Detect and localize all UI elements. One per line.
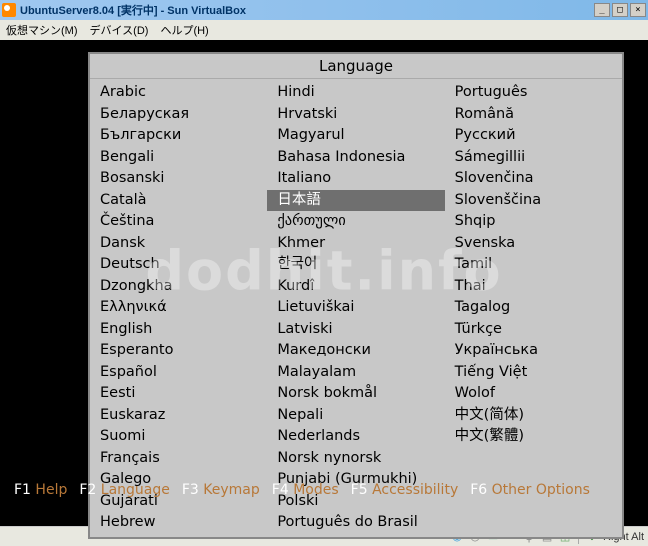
language-item[interactable]: Español	[90, 362, 267, 384]
language-item[interactable]: Bosanski	[90, 168, 267, 190]
language-item[interactable]: Čeština	[90, 211, 267, 233]
language-item[interactable]: Tiếng Việt	[445, 362, 622, 384]
menubar: 仮想マシン(M) デバイス(D) ヘルプ(H)	[0, 20, 648, 40]
window-title: UbuntuServer8.04 [実行中] - Sun VirtualBox	[20, 2, 592, 18]
language-item[interactable]: ქართული	[267, 211, 444, 233]
language-item[interactable]: Khmer	[267, 233, 444, 255]
language-item[interactable]: Română	[445, 104, 622, 126]
language-item[interactable]: Norsk bokmål	[267, 383, 444, 405]
language-item[interactable]: Esperanto	[90, 340, 267, 362]
fkey-bar: F1 Help F2 Language F3 Keymap F4 Modes F5 Ac…	[14, 482, 634, 498]
fkey-f2[interactable]: F2 Language	[79, 482, 170, 498]
language-item[interactable]: Hrvatski	[267, 104, 444, 126]
language-item[interactable]: Русский	[445, 125, 622, 147]
menu-device[interactable]: デバイス(D)	[90, 22, 149, 38]
language-item[interactable]: 中文(繁體)	[445, 426, 622, 448]
language-item[interactable]: Nepali	[267, 405, 444, 427]
language-column-3: PortuguêsRomânăРусскийSámegilliiSlovenči…	[445, 79, 622, 537]
language-item[interactable]: Kurdî	[267, 276, 444, 298]
language-title: Language	[90, 54, 622, 79]
language-item[interactable]: Türkçe	[445, 319, 622, 341]
app-icon	[2, 3, 16, 17]
language-item[interactable]: Arabic	[90, 82, 267, 104]
language-item[interactable]: Português do Brasil	[267, 512, 444, 534]
language-item[interactable]: Беларуская	[90, 104, 267, 126]
language-item[interactable]: Magyarul	[267, 125, 444, 147]
language-item[interactable]: Slovenščina	[445, 190, 622, 212]
language-item[interactable]: Dzongkha	[90, 276, 267, 298]
language-item[interactable]: Français	[90, 448, 267, 470]
language-item[interactable]: Deutsch	[90, 254, 267, 276]
language-item[interactable]: Ελληνικά	[90, 297, 267, 319]
fkey-f1[interactable]: F1 Help	[14, 482, 67, 498]
fkey-f6[interactable]: F6 Other Options	[470, 482, 590, 498]
language-item[interactable]: 日本語	[267, 190, 444, 212]
language-item[interactable]: Български	[90, 125, 267, 147]
language-column-2: HindiHrvatskiMagyarulBahasa IndonesiaIta…	[267, 79, 444, 537]
language-item[interactable]: Thai	[445, 276, 622, 298]
guest-display: dodhit.info Language ArabicБеларускаяБъл…	[0, 40, 648, 526]
language-item[interactable]: Suomi	[90, 426, 267, 448]
titlebar: UbuntuServer8.04 [実行中] - Sun VirtualBox …	[0, 0, 648, 20]
close-button[interactable]: ×	[630, 3, 646, 17]
language-item[interactable]: Català	[90, 190, 267, 212]
language-item[interactable]: Dansk	[90, 233, 267, 255]
language-item[interactable]: Sámegillii	[445, 147, 622, 169]
language-item[interactable]: Norsk nynorsk	[267, 448, 444, 470]
fkey-f3[interactable]: F3 Keymap	[182, 482, 260, 498]
language-column-1: ArabicБеларускаяБългарскиBengaliBosanski…	[90, 79, 267, 537]
language-item[interactable]: Euskaraz	[90, 405, 267, 427]
language-item[interactable]: 中文(简体)	[445, 405, 622, 427]
language-item[interactable]: Bengali	[90, 147, 267, 169]
language-item[interactable]: Македонски	[267, 340, 444, 362]
language-item[interactable]: Tagalog	[445, 297, 622, 319]
language-item[interactable]: Shqip	[445, 211, 622, 233]
language-item[interactable]: Eesti	[90, 383, 267, 405]
language-item[interactable]: Italiano	[267, 168, 444, 190]
language-item[interactable]: Svenska	[445, 233, 622, 255]
language-item[interactable]: Slovenčina	[445, 168, 622, 190]
language-item[interactable]: English	[90, 319, 267, 341]
language-item[interactable]: Nederlands	[267, 426, 444, 448]
language-item[interactable]: Bahasa Indonesia	[267, 147, 444, 169]
menu-help[interactable]: ヘルプ(H)	[160, 22, 208, 38]
language-item[interactable]: 한국어	[267, 254, 444, 276]
language-item[interactable]: Wolof	[445, 383, 622, 405]
language-item[interactable]: Latviski	[267, 319, 444, 341]
fkey-f5[interactable]: F5 Accessibility	[351, 482, 459, 498]
fkey-f4[interactable]: F4 Modes	[272, 482, 339, 498]
language-item[interactable]: Українська	[445, 340, 622, 362]
minimize-button[interactable]: _	[594, 3, 610, 17]
language-item[interactable]: Tamil	[445, 254, 622, 276]
language-item[interactable]: Hebrew	[90, 512, 267, 534]
language-item[interactable]: Português	[445, 82, 622, 104]
language-panel: Language ArabicБеларускаяБългарскиBengal…	[88, 52, 624, 539]
language-item[interactable]: Malayalam	[267, 362, 444, 384]
maximize-button[interactable]: □	[612, 3, 628, 17]
menu-machine[interactable]: 仮想マシン(M)	[6, 22, 78, 38]
language-item[interactable]: Hindi	[267, 82, 444, 104]
language-item[interactable]: Lietuviškai	[267, 297, 444, 319]
